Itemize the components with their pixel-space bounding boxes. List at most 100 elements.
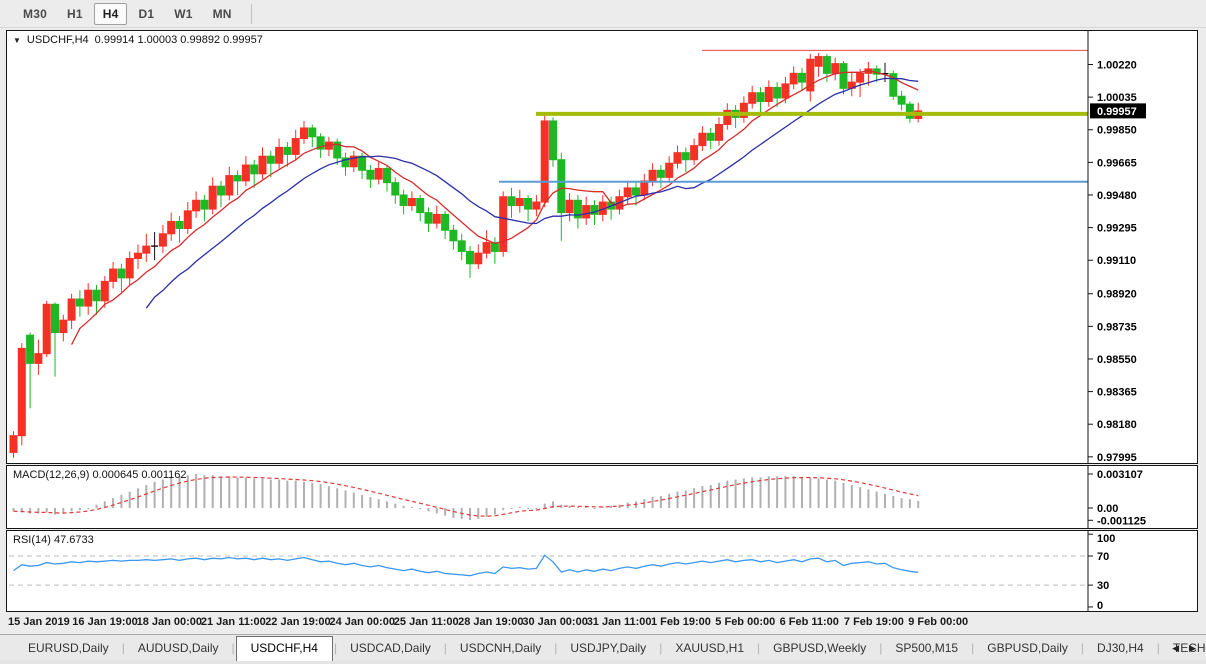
candle — [35, 340, 42, 375]
tab-xauusd-h1[interactable]: XAUUSD,H1 — [663, 637, 756, 660]
time-axis-label: 21 Jan 11:00 — [201, 616, 266, 628]
candle — [574, 195, 581, 229]
macd-header: MACD(12,26,9) 0.000645 0.001162 — [13, 469, 186, 481]
rsi-header: RSI(14) 47.6733 — [13, 534, 94, 546]
tab-scroll-right-icon[interactable]: ▶ — [1189, 643, 1196, 654]
macd-histogram-bar — [220, 476, 222, 508]
tab-usdjpy-daily[interactable]: USDJPY,Daily — [558, 637, 658, 660]
price-tick-label[interactable]: 0.98550 — [1097, 354, 1137, 366]
tab-scroll-left-icon[interactable]: ◀ — [1172, 643, 1179, 654]
tab-usdcnh-daily[interactable]: USDCNH,Daily — [448, 637, 553, 660]
tab-audusd-daily[interactable]: AUDUSD,Daily — [126, 637, 231, 660]
rsi-panel[interactable]: RSI(14) 47.6733 10070300 — [6, 530, 1198, 612]
rsi-line — [14, 555, 919, 575]
price-tick-label[interactable]: 0.98180 — [1097, 419, 1137, 431]
price-tick-label[interactable]: 0.99665 — [1097, 157, 1137, 169]
macd-histogram-bar — [369, 497, 371, 508]
macd-histogram-bar — [685, 490, 687, 507]
time-axis[interactable]: 15 Jan 201916 Jan 19:0018 Jan 00:0021 Ja… — [6, 612, 1198, 634]
candle — [143, 234, 150, 262]
macd-histogram-bar — [784, 476, 786, 508]
macd-histogram-bar — [129, 492, 131, 508]
macd-histogram-bar — [519, 507, 521, 508]
tab-gbpusd-daily[interactable]: GBPUSD,Daily — [975, 637, 1080, 660]
macd-histogram-bar — [444, 508, 446, 516]
price-tick-label[interactable]: 0.98735 — [1097, 321, 1137, 333]
price-tick-label[interactable]: 0.99850 — [1097, 125, 1137, 137]
candle — [765, 80, 772, 106]
macd-histogram-bar — [909, 499, 911, 508]
macd-panel[interactable]: MACD(12,26,9) 0.000645 0.001162 0.003107… — [6, 465, 1198, 529]
macd-histogram-bar — [701, 486, 703, 508]
price-tick-label[interactable]: 0.97995 — [1097, 452, 1137, 463]
macd-histogram-bar — [187, 475, 189, 508]
timeframe-button-mn[interactable]: MN — [204, 3, 241, 25]
candle — [508, 188, 515, 218]
tab-eurusd-daily[interactable]: EURUSD,Daily — [16, 637, 121, 660]
candle — [898, 91, 905, 110]
candle — [840, 61, 847, 95]
candle — [384, 165, 391, 191]
candlestick-chart[interactable]: 1.00220 1.00035 0.99850 0.99665 0.99480 0.992… — [7, 31, 1197, 463]
main-chart-panel[interactable]: ▼ USDCHF,H4 0.99914 1.00003 0.99892 0.99… — [6, 30, 1198, 464]
candle — [433, 206, 440, 229]
price-tick-label[interactable]: 0.99480 — [1097, 190, 1137, 202]
macd-histogram-bar — [120, 495, 122, 508]
candle — [425, 207, 432, 232]
tab-gbpusd-weekly[interactable]: GBPUSD,Weekly — [761, 637, 878, 660]
candle — [533, 195, 540, 216]
price-tick-label[interactable]: 0.98365 — [1097, 387, 1137, 399]
macd-histogram-bar — [311, 483, 313, 508]
tab-usdcad-daily[interactable]: USDCAD,Daily — [338, 637, 443, 660]
candle — [790, 66, 797, 89]
candle — [110, 262, 117, 288]
candle — [450, 225, 457, 250]
time-axis-label: 22 Jan 19:00 — [265, 616, 330, 628]
price-tick-label[interactable]: 1.00035 — [1097, 92, 1137, 104]
price-tick-label[interactable]: 0.99110 — [1097, 255, 1136, 267]
macd-histogram-bar — [328, 486, 330, 508]
candle — [757, 87, 764, 112]
candle — [408, 191, 415, 210]
macd-histogram-bar — [867, 489, 869, 508]
timeframe-button-w1[interactable]: W1 — [165, 3, 201, 25]
price-tick-label[interactable]: 1.00220 — [1097, 60, 1137, 72]
time-axis-label: 9 Feb 00:00 — [908, 616, 968, 628]
macd-tick-label: 0.003107 — [1097, 469, 1143, 481]
timeframe-button-m30[interactable]: M30 — [14, 3, 56, 25]
toolbar-separator — [251, 4, 252, 24]
candle — [475, 244, 482, 269]
macd-histogram-bar — [452, 508, 454, 518]
time-axis-label: 6 Feb 11:00 — [780, 616, 839, 628]
price-tick-label[interactable]: 0.98920 — [1097, 289, 1137, 301]
chevron-down-icon[interactable]: ▼ — [13, 36, 21, 45]
tab-scroll-arrows: ◀ ▶ — [1172, 643, 1196, 654]
timeframe-button-h4[interactable]: H4 — [94, 3, 128, 25]
candle — [483, 230, 490, 258]
candle — [118, 264, 125, 292]
candle — [292, 130, 299, 160]
tab-dj30-h4[interactable]: DJ30,H4 — [1085, 637, 1156, 660]
macd-histogram-bar — [851, 485, 853, 508]
macd-histogram-bar — [411, 507, 413, 508]
candle — [85, 283, 92, 315]
rsi-chart[interactable]: 10070300 — [7, 531, 1197, 611]
price-tick-label[interactable]: 0.99295 — [1097, 223, 1137, 235]
macd-histogram-bar — [295, 481, 297, 508]
chart-window: ▼ USDCHF,H4 0.99914 1.00003 0.99892 0.99… — [6, 30, 1198, 634]
tab-usdchf-h4[interactable]: USDCHF,H4 — [236, 636, 333, 661]
tab-sp500-m15[interactable]: SP500,M15 — [883, 637, 970, 660]
rsi-tick-label: 100 — [1097, 533, 1115, 545]
timeframe-button-d1[interactable]: D1 — [129, 3, 163, 25]
macd-histogram-bar — [834, 481, 836, 508]
candle — [375, 161, 382, 184]
macd-histogram-bar — [776, 476, 778, 508]
macd-histogram-bar — [469, 508, 471, 520]
candle — [890, 71, 897, 100]
candle — [583, 197, 590, 225]
candle — [400, 190, 407, 215]
macd-histogram-bar — [170, 477, 172, 508]
rsi-tick-label: 0 — [1097, 600, 1103, 611]
macd-histogram-bar — [726, 481, 728, 508]
timeframe-button-h1[interactable]: H1 — [58, 3, 92, 25]
